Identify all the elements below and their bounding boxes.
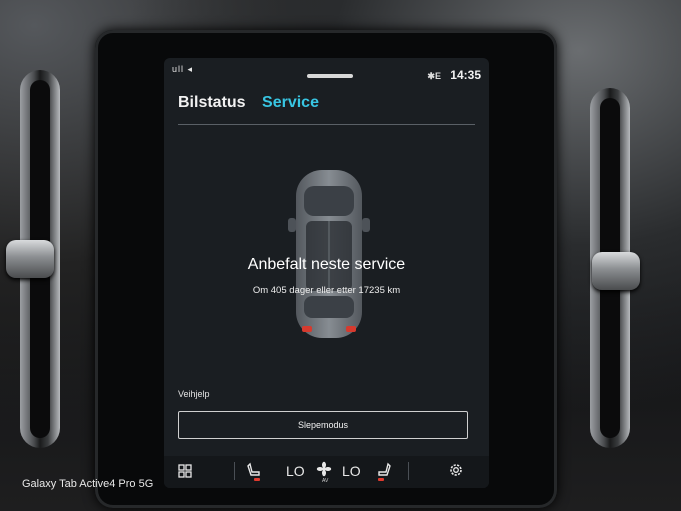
tow-mode-button[interactable]: Slepemodus [178,411,468,439]
climate-separator [408,462,409,480]
heat-indicator [254,478,260,481]
right-temperature[interactable]: LO [342,463,361,479]
infotainment-screen: ull ◂ ✱E 14:35 Bilstatus Service Anbefal… [164,58,489,488]
signal-indicator: ull ◂ [172,64,194,74]
status-bar: ull ◂ ✱E 14:35 [164,58,489,84]
fan-level-label: AV [322,478,329,484]
seat-heat-right-icon[interactable] [376,462,392,483]
roadside-assistance-label: Veihjelp [178,389,210,399]
photo-watermark: Galaxy Tab Active4 Pro 5G [22,478,154,490]
heat-indicator [378,478,384,481]
bluetooth-icon: ✱E [427,71,441,81]
tab-bilstatus[interactable]: Bilstatus [178,94,246,112]
gear-icon[interactable] [448,462,464,481]
next-service-title: Anbefalt neste service [247,256,406,273]
tab-service[interactable]: Service [262,94,319,112]
apps-grid-icon[interactable] [178,464,192,481]
right-vent-knob[interactable] [592,252,640,290]
climate-bar: LO AV LO [164,456,489,488]
tab-divider [178,124,475,125]
left-vent-knob[interactable] [6,240,54,278]
pull-down-handle[interactable] [307,74,353,78]
next-service-detail: Om 405 dager eller etter 17235 km [252,285,401,296]
seat-heat-left-icon[interactable] [246,462,262,483]
clock: 14:35 [450,68,481,82]
status-right: ✱E 14:35 [427,68,481,82]
climate-separator [234,462,235,480]
tab-bar: Bilstatus Service [178,94,331,112]
left-temperature[interactable]: LO [286,463,305,479]
